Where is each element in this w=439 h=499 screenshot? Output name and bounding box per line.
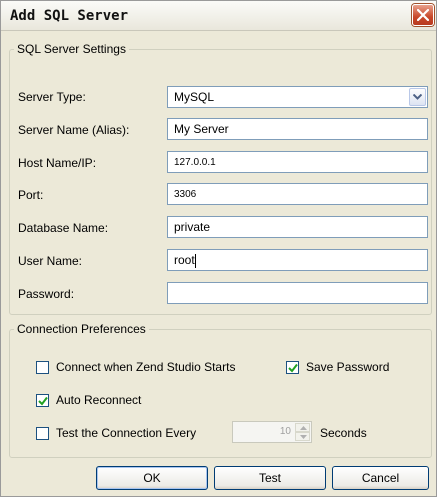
server-type-value: MySQL [174, 90, 215, 104]
save-password-label[interactable]: Save Password [306, 360, 389, 374]
server-type-select[interactable]: MySQL [167, 86, 428, 108]
close-button[interactable] [412, 4, 434, 26]
server-type-label: Server Type: [18, 90, 86, 104]
seconds-label: Seconds [320, 426, 367, 440]
user-label: User Name: [18, 254, 83, 268]
close-icon [417, 9, 429, 21]
test-every-checkbox[interactable] [36, 427, 49, 440]
caret-down-icon [300, 435, 307, 439]
checkmark-icon [288, 363, 298, 373]
add-sql-server-dialog: Add SQL Server SQL Server Settings Serve… [0, 0, 437, 497]
text-caret [194, 253, 196, 268]
sql-server-settings-group: SQL Server Settings [9, 42, 432, 315]
port-field[interactable] [167, 183, 428, 205]
host-label: Host Name/IP: [18, 156, 97, 170]
connect-on-start-label[interactable]: Connect when Zend Studio Starts [56, 360, 235, 374]
prefs-legend: Connection Preferences [17, 322, 146, 336]
spin-down-button[interactable] [295, 432, 310, 441]
spin-up-button[interactable] [295, 423, 310, 432]
save-password-checkbox[interactable] [286, 361, 299, 374]
test-button[interactable]: Test [214, 466, 326, 490]
test-interval-spinner[interactable]: 10 [232, 421, 312, 443]
cancel-button[interactable]: Cancel [332, 466, 429, 490]
checkmark-icon [38, 396, 48, 406]
connect-on-start-checkbox[interactable] [36, 361, 49, 374]
server-name-field[interactable] [167, 118, 428, 140]
title-bar[interactable]: Add SQL Server [1, 1, 436, 31]
test-every-label[interactable]: Test the Connection Every [56, 426, 196, 440]
chevron-down-icon [413, 94, 422, 100]
auto-reconnect-checkbox[interactable] [36, 394, 49, 407]
dropdown-button[interactable] [409, 88, 426, 106]
user-field[interactable]: root [167, 249, 428, 271]
database-label: Database Name: [18, 221, 109, 235]
host-field[interactable] [167, 151, 428, 173]
caret-up-icon [300, 426, 307, 430]
database-field[interactable] [167, 216, 428, 238]
password-field[interactable] [167, 282, 428, 304]
user-value: root [174, 253, 195, 267]
auto-reconnect-label[interactable]: Auto Reconnect [56, 393, 141, 407]
ok-button[interactable]: OK [96, 466, 208, 490]
settings-legend: SQL Server Settings [17, 42, 126, 56]
dialog-title: Add SQL Server [10, 8, 129, 24]
password-label: Password: [18, 287, 75, 301]
server-name-label: Server Name (Alias): [18, 123, 130, 137]
test-interval-value: 10 [279, 426, 291, 437]
port-label: Port: [18, 188, 44, 202]
